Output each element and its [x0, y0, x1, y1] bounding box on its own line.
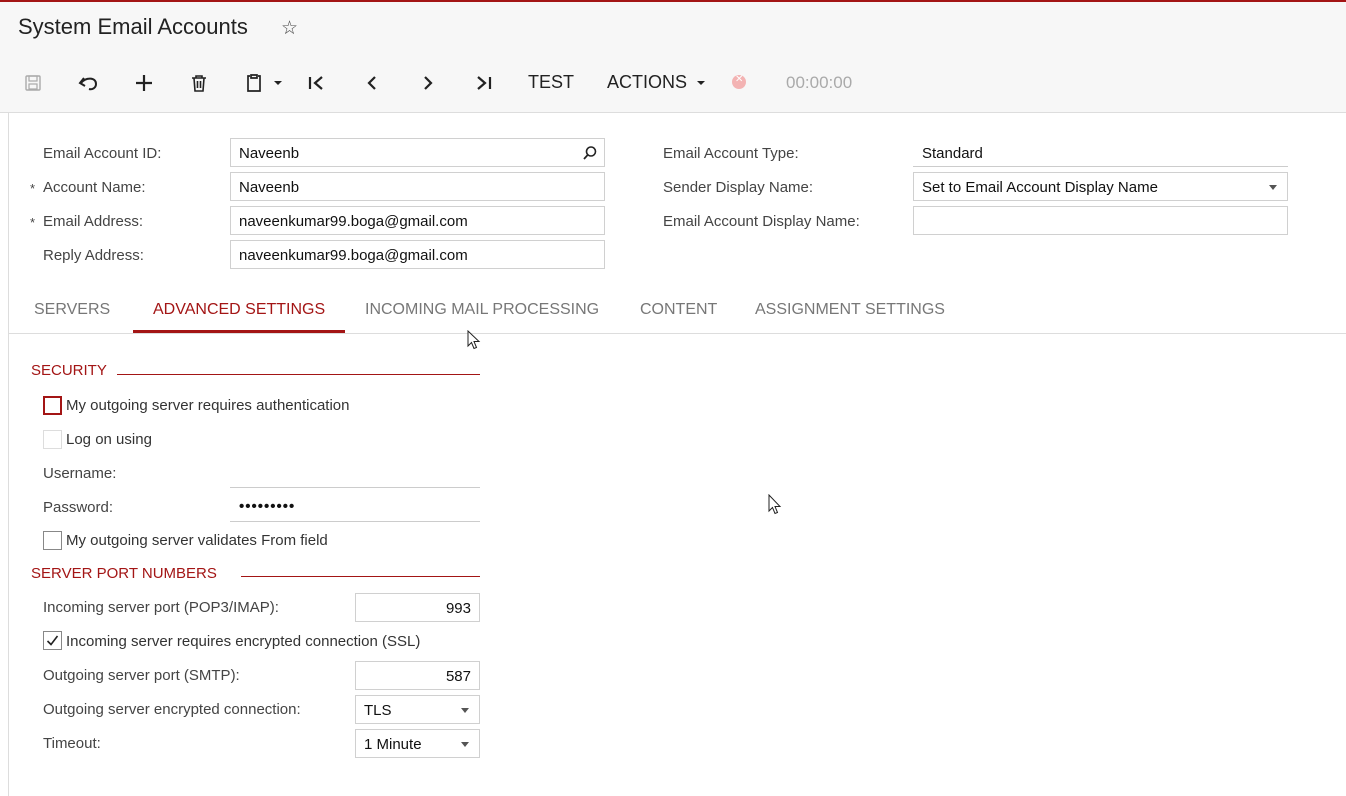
field-underline	[230, 487, 480, 488]
chevron-down-icon	[1269, 185, 1277, 190]
clipboard-icon[interactable]	[243, 68, 265, 98]
tab-divider	[8, 333, 1346, 334]
required-mark: *	[30, 181, 36, 196]
first-record-icon[interactable]	[305, 68, 329, 98]
chevron-down-icon	[461, 708, 469, 713]
email-address-field[interactable]: naveenkumar99.boga@gmail.com	[230, 206, 605, 235]
mouse-cursor-icon	[768, 493, 782, 520]
field-underline	[230, 521, 480, 522]
email-account-display-name-label: Email Account Display Name:	[663, 213, 860, 230]
tab-content[interactable]: CONTENT	[640, 301, 717, 319]
field-underline	[913, 166, 1288, 167]
outgoing-port-label: Outgoing server port (SMTP):	[43, 667, 240, 684]
sender-display-name-select[interactable]: Set to Email Account Display Name	[913, 172, 1288, 201]
delete-icon[interactable]	[188, 68, 210, 98]
clipboard-dropdown-caret-icon[interactable]	[272, 68, 284, 98]
actions-button[interactable]: ACTIONS	[607, 72, 687, 93]
test-button[interactable]: TEST	[528, 72, 574, 93]
timeout-label: Timeout:	[43, 735, 101, 752]
favorite-star-icon[interactable]: ☆	[281, 17, 298, 40]
checkmark-icon	[46, 632, 59, 651]
outgoing-encryption-label: Outgoing server encrypted connection:	[43, 701, 301, 718]
sender-display-name-label: Sender Display Name:	[663, 179, 814, 196]
validates-from-label: My outgoing server validates From field	[66, 532, 328, 549]
actions-caret-icon[interactable]	[694, 68, 708, 98]
previous-record-icon[interactable]	[360, 68, 384, 98]
cancel-icon[interactable]	[732, 74, 746, 89]
outgoing-port-field[interactable]: 587	[355, 661, 480, 690]
security-section-title: SECURITY	[31, 362, 107, 379]
last-record-icon[interactable]	[471, 68, 495, 98]
validates-from-checkbox[interactable]	[43, 531, 62, 550]
account-name-label: Account Name:	[43, 179, 146, 196]
requires-auth-label: My outgoing server requires authenticati…	[66, 397, 350, 414]
incoming-ssl-checkbox[interactable]	[43, 631, 62, 650]
password-field[interactable]: •••••••••	[239, 498, 295, 515]
tab-advanced-settings[interactable]: ADVANCED SETTINGS	[153, 301, 325, 319]
outgoing-encryption-select[interactable]: TLS	[355, 695, 480, 724]
next-record-icon[interactable]	[416, 68, 440, 98]
timer-display: 00:00:00	[786, 73, 853, 92]
search-icon[interactable]	[582, 145, 598, 165]
email-account-type-label: Email Account Type:	[663, 145, 799, 162]
account-name-field[interactable]: Naveenb	[230, 172, 605, 201]
chevron-down-icon	[461, 742, 469, 747]
tab-assignment-settings[interactable]: ASSIGNMENT SETTINGS	[755, 301, 945, 319]
incoming-port-field[interactable]: 993	[355, 593, 480, 622]
reply-address-field[interactable]: naveenkumar99.boga@gmail.com	[230, 240, 605, 269]
outgoing-encryption-value: TLS	[364, 702, 392, 719]
section-divider	[117, 374, 480, 375]
page-header: System Email Accounts ☆ TEST ACTIONS 00:…	[0, 2, 1346, 113]
reply-address-label: Reply Address:	[43, 247, 144, 264]
log-on-using-checkbox[interactable]	[43, 430, 62, 449]
password-label: Password:	[43, 499, 114, 516]
save-icon[interactable]	[22, 68, 44, 98]
requires-auth-checkbox[interactable]	[43, 396, 62, 415]
tab-incoming-mail-processing[interactable]: INCOMING MAIL PROCESSING	[365, 301, 599, 319]
email-account-id-value: Naveenb	[239, 145, 300, 162]
email-account-id-field[interactable]: Naveenb	[230, 138, 605, 167]
username-label: Username:	[43, 465, 117, 482]
email-address-label: Email Address:	[43, 213, 144, 230]
section-divider	[241, 576, 480, 577]
timeout-select[interactable]: 1 Minute	[355, 729, 480, 758]
required-mark: *	[30, 215, 36, 230]
timeout-value: 1 Minute	[364, 736, 422, 753]
email-account-display-name-field[interactable]	[913, 206, 1288, 235]
mouse-cursor-icon	[467, 329, 481, 354]
tab-servers[interactable]: SERVERS	[34, 301, 110, 319]
email-account-id-label: Email Account ID:	[43, 145, 162, 162]
log-on-using-label: Log on using	[66, 431, 152, 448]
page-title: System Email Accounts	[18, 14, 248, 39]
add-icon[interactable]	[132, 68, 156, 98]
incoming-port-label: Incoming server port (POP3/IMAP):	[43, 599, 279, 616]
sender-display-name-value: Set to Email Account Display Name	[922, 179, 1158, 196]
server-port-numbers-section-title: SERVER PORT NUMBERS	[31, 565, 217, 582]
undo-icon[interactable]	[77, 68, 101, 98]
incoming-ssl-label: Incoming server requires encrypted conne…	[66, 633, 421, 650]
email-account-type-value: Standard	[922, 145, 983, 162]
